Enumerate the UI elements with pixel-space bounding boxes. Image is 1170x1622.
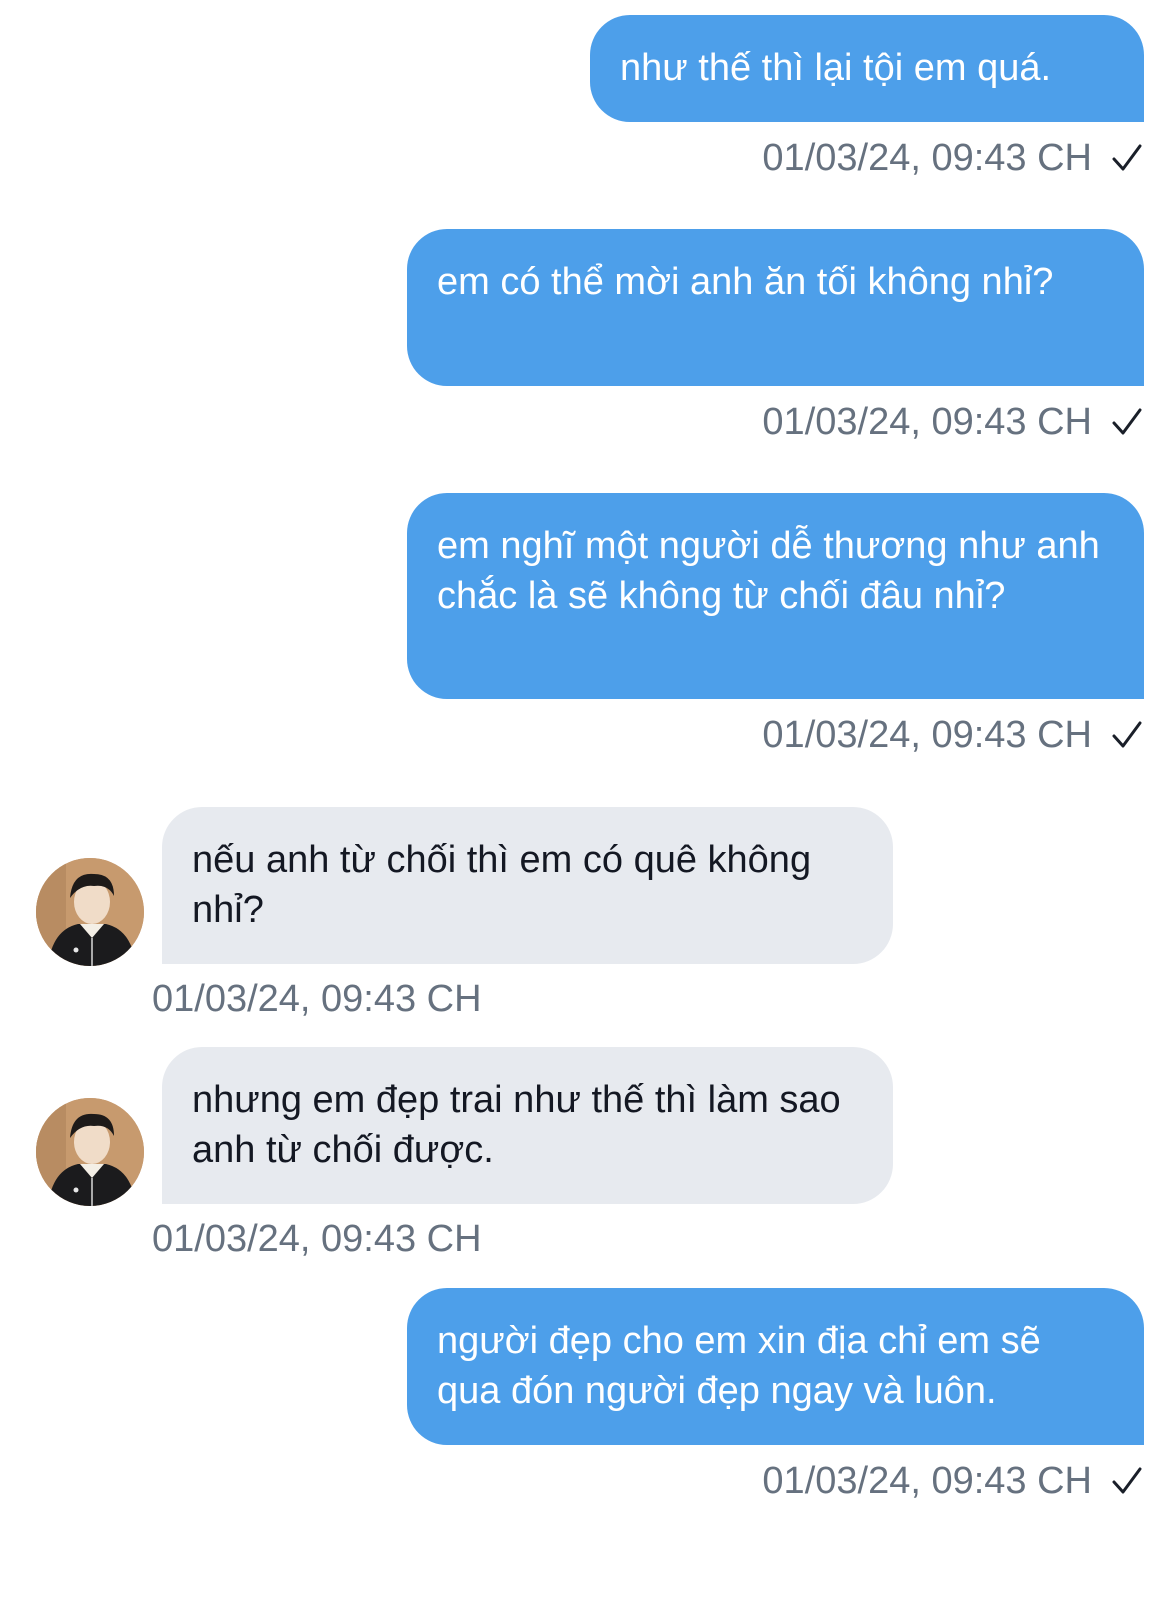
message-text: như thế thì lại tội em quá. bbox=[620, 47, 1052, 89]
message-bubble-outgoing[interactable]: em nghĩ một người dễ thương như anh chắc… bbox=[407, 493, 1144, 699]
avatar-image bbox=[36, 1098, 144, 1206]
check-icon bbox=[1112, 721, 1142, 748]
message-text: em nghĩ một người dễ thương như anh chắc… bbox=[437, 525, 1100, 617]
message-meta: 01/03/24, 09:43 CH bbox=[762, 713, 1144, 757]
message-text: em có thể mời anh ăn tối không nhỉ? bbox=[437, 261, 1054, 303]
check-icon bbox=[1112, 1467, 1142, 1494]
message-timestamp: 01/03/24, 09:43 CH bbox=[152, 978, 482, 1020]
message-bubble-outgoing[interactable]: người đẹp cho em xin địa chỉ em sẽ qua đ… bbox=[407, 1288, 1144, 1445]
message-timestamp: 01/03/24, 09:43 CH bbox=[152, 1218, 482, 1260]
message-text: nhưng em đẹp trai như thế thì làm sao an… bbox=[192, 1079, 841, 1171]
message-bubble-incoming[interactable]: nếu anh từ chối thì em có quê không nhỉ? bbox=[162, 807, 893, 964]
message-timestamp: 01/03/24, 09:43 CH bbox=[762, 714, 1092, 756]
message-meta: 01/03/24, 09:43 CH bbox=[762, 136, 1144, 180]
message-text: nếu anh từ chối thì em có quê không nhỉ? bbox=[192, 839, 812, 931]
message-bubble-outgoing[interactable]: em có thể mời anh ăn tối không nhỉ? bbox=[407, 229, 1144, 386]
check-icon bbox=[1112, 408, 1142, 435]
message-bubble-outgoing[interactable]: như thế thì lại tội em quá. bbox=[590, 15, 1144, 122]
message-timestamp: 01/03/24, 09:43 CH bbox=[762, 401, 1092, 443]
avatar[interactable] bbox=[36, 1098, 144, 1206]
message-timestamp: 01/03/24, 09:43 CH bbox=[762, 1460, 1092, 1502]
message-bubble-incoming[interactable]: nhưng em đẹp trai như thế thì làm sao an… bbox=[162, 1047, 893, 1204]
message-meta: 01/03/24, 09:43 CH bbox=[762, 400, 1144, 444]
avatar[interactable] bbox=[36, 858, 144, 966]
check-icon bbox=[1112, 144, 1142, 171]
message-timestamp: 01/03/24, 09:43 CH bbox=[762, 137, 1092, 179]
message-meta: 01/03/24, 09:43 CH bbox=[762, 1459, 1144, 1503]
avatar-image bbox=[36, 858, 144, 966]
message-text: người đẹp cho em xin địa chỉ em sẽ qua đ… bbox=[437, 1320, 1041, 1412]
